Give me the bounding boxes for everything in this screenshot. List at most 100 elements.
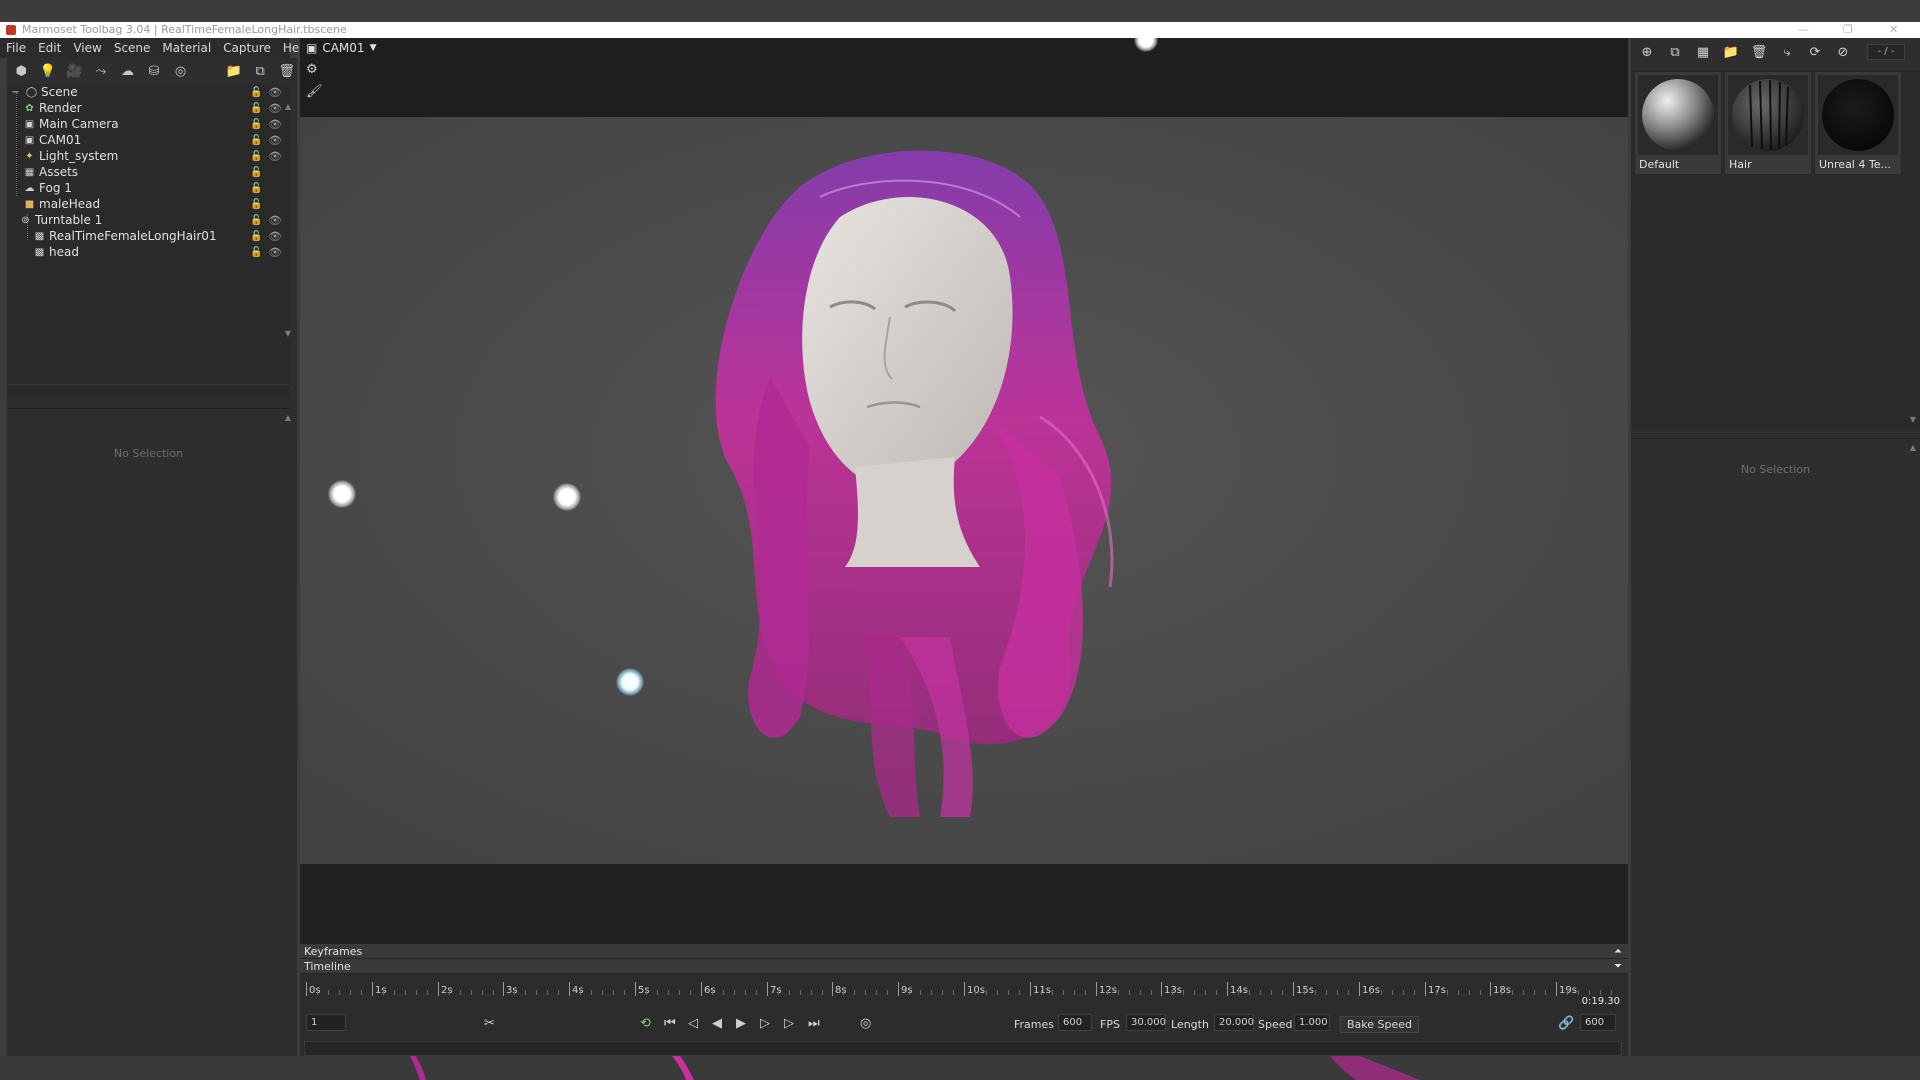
checker-icon[interactable]: ▦: [1691, 41, 1715, 63]
visibility-eye-icon[interactable]: 👁: [268, 230, 282, 243]
visibility-eye-icon[interactable]: 👁: [268, 102, 282, 115]
scroll-up-icon[interactable]: ▲: [1908, 443, 1918, 453]
tree-item-turntable[interactable]: ⊚ Turntable 1 🔓 👁: [7, 212, 290, 228]
duplicate-material-icon[interactable]: ⧉: [1663, 41, 1687, 63]
menu-file[interactable]: File: [0, 38, 32, 58]
light-gizmo-icon[interactable]: [616, 668, 644, 696]
folder-icon[interactable]: 📁: [1719, 41, 1743, 63]
duplicate-icon[interactable]: ⧉: [250, 61, 271, 81]
lock-icon[interactable]: 🔓: [250, 135, 262, 146]
material-card-default[interactable]: Default: [1635, 72, 1721, 174]
visibility-eye-icon[interactable]: 👁: [268, 150, 282, 163]
tree-item-assets[interactable]: ▦ Assets 🔓: [7, 164, 290, 180]
lock-icon[interactable]: 🔓: [250, 167, 262, 178]
prev-keyframe-icon[interactable]: ◁: [688, 1016, 698, 1031]
tree-item-malehead[interactable]: ■ maleHead 🔓: [7, 196, 290, 212]
add-material-icon[interactable]: ⊕: [1635, 41, 1659, 63]
new-folder-icon[interactable]: 📁: [223, 61, 244, 81]
maximize-icon[interactable]: ❐: [1843, 22, 1853, 38]
next-keyframe-icon[interactable]: ▷: [784, 1016, 794, 1031]
light-gizmo-icon[interactable]: [1134, 28, 1158, 52]
light-gizmo-icon[interactable]: [328, 480, 356, 508]
add-sky-icon[interactable]: ◎: [170, 61, 191, 81]
refresh-icon[interactable]: ⟳: [1803, 41, 1827, 63]
timeline-track[interactable]: [304, 1041, 1622, 1056]
3d-viewport[interactable]: [300, 117, 1628, 864]
paint-brush-icon[interactable]: 🖌: [306, 84, 323, 99]
visibility-eye-icon[interactable]: 👁: [268, 118, 282, 131]
end-frame-field[interactable]: 600: [1580, 1014, 1616, 1031]
visibility-eye-icon[interactable]: 👁: [268, 86, 282, 99]
minimize-icon[interactable]: —: [1798, 22, 1809, 38]
lock-icon[interactable]: 🔓: [250, 215, 262, 226]
delete-icon[interactable]: 🗑: [276, 61, 297, 81]
fps-field[interactable]: 30.000: [1126, 1014, 1166, 1031]
current-frame-field[interactable]: 1: [306, 1014, 346, 1031]
lock-icon[interactable]: 🔓: [250, 103, 262, 114]
timeline-header[interactable]: Timeline ⏷: [300, 959, 1628, 974]
menu-material[interactable]: Material: [156, 38, 217, 58]
close-icon[interactable]: ✕: [1889, 22, 1898, 38]
menu-edit[interactable]: Edit: [32, 38, 67, 58]
menu-capture[interactable]: Capture: [217, 38, 277, 58]
tree-item-scene[interactable]: − ◯ Scene 🔓 👁: [7, 84, 290, 100]
scroll-down-icon[interactable]: ▼: [283, 329, 293, 339]
visibility-eye-icon[interactable]: 👁: [268, 246, 282, 259]
timeline-tick: [1359, 982, 1360, 996]
collapse-icon[interactable]: ⏶: [1614, 944, 1622, 959]
pick-material-icon[interactable]: ⤷: [1775, 41, 1799, 63]
skip-to-end-icon[interactable]: ⏭: [808, 1016, 820, 1031]
skip-to-start-icon[interactable]: ⏮: [664, 1016, 676, 1031]
lock-icon[interactable]: 🔓: [250, 119, 262, 130]
material-page-field[interactable]: - / -: [1867, 44, 1905, 60]
keyframes-header[interactable]: Keyframes ⏶: [300, 944, 1628, 959]
material-card-hair[interactable]: Hair: [1725, 72, 1811, 174]
add-shadow-catcher-icon[interactable]: ⤳: [91, 61, 112, 81]
visibility-eye-icon[interactable]: 👁: [268, 134, 282, 147]
scroll-up-icon[interactable]: ▲: [283, 102, 293, 112]
delete-icon[interactable]: 🗑: [1747, 41, 1771, 63]
tree-item-cam01[interactable]: ▣ CAM01 🔓 👁: [7, 132, 290, 148]
material-card-unreal[interactable]: Unreal 4 Te...: [1815, 72, 1901, 174]
add-mesh-icon[interactable]: ⬢: [11, 61, 32, 81]
menu-scene[interactable]: Scene: [108, 38, 157, 58]
lock-icon[interactable]: 🔓: [250, 231, 262, 242]
collapse-icon[interactable]: ⏷: [1614, 959, 1622, 974]
visibility-eye-icon[interactable]: 👁: [268, 214, 282, 227]
link-icon[interactable]: 🔗: [1558, 1016, 1574, 1031]
tree-item-fog[interactable]: ☁ Fog 1 🔓: [7, 180, 290, 196]
scroll-down-icon[interactable]: ▼: [1908, 415, 1918, 425]
speed-dial-icon[interactable]: ◎: [860, 1016, 871, 1031]
camera-dropdown[interactable]: ▣ CAM01 ▼: [306, 41, 376, 55]
lock-icon[interactable]: 🔓: [250, 183, 262, 194]
loop-icon[interactable]: ⟲: [640, 1016, 651, 1031]
menu-view[interactable]: View: [67, 38, 107, 58]
step-back-icon[interactable]: ◀: [712, 1016, 722, 1031]
scissors-icon[interactable]: ✂: [484, 1016, 495, 1031]
timeline-ruler[interactable]: 0s1s2s3s4s5s6s7s8s9s10s11s12s13s14s15s16…: [306, 980, 1622, 1000]
step-forward-icon[interactable]: ▷: [760, 1016, 770, 1031]
lock-icon[interactable]: 🔓: [250, 87, 262, 98]
lock-icon[interactable]: 🔓: [250, 151, 262, 162]
length-field[interactable]: 20.000: [1214, 1014, 1254, 1031]
settings-icon[interactable]: ⊘: [1831, 41, 1855, 63]
add-fog-icon[interactable]: ☁: [117, 61, 138, 81]
collapse-icon[interactable]: −: [9, 86, 22, 98]
tree-item-light-system[interactable]: ✦ Light_system 🔓 👁: [7, 148, 290, 164]
tree-item-hair-mesh[interactable]: ▩ RealTimeFemaleLongHair01 🔓 👁: [7, 228, 290, 244]
lock-icon[interactable]: 🔓: [250, 199, 262, 210]
light-gizmo-icon[interactable]: [553, 483, 581, 511]
frames-field[interactable]: 600: [1058, 1014, 1092, 1031]
add-light-icon[interactable]: 💡: [38, 61, 59, 81]
add-turntable-icon[interactable]: ⛁: [144, 61, 165, 81]
speed-field[interactable]: 1.000: [1294, 1014, 1330, 1031]
play-icon[interactable]: ▶: [736, 1016, 746, 1031]
gear-icon[interactable]: ⚙: [306, 62, 318, 77]
tree-item-render[interactable]: ✿ Render 🔓 👁: [7, 100, 290, 116]
bake-speed-button[interactable]: Bake Speed: [1340, 1016, 1420, 1033]
tree-item-main-camera[interactable]: ▣ Main Camera 🔓 👁: [7, 116, 290, 132]
add-camera-icon[interactable]: 🎥: [64, 61, 85, 81]
tree-item-head-mesh[interactable]: ▩ head 🔓 👁: [7, 244, 290, 260]
scroll-up-icon[interactable]: ▲: [283, 413, 293, 423]
lock-icon[interactable]: 🔓: [250, 247, 262, 258]
